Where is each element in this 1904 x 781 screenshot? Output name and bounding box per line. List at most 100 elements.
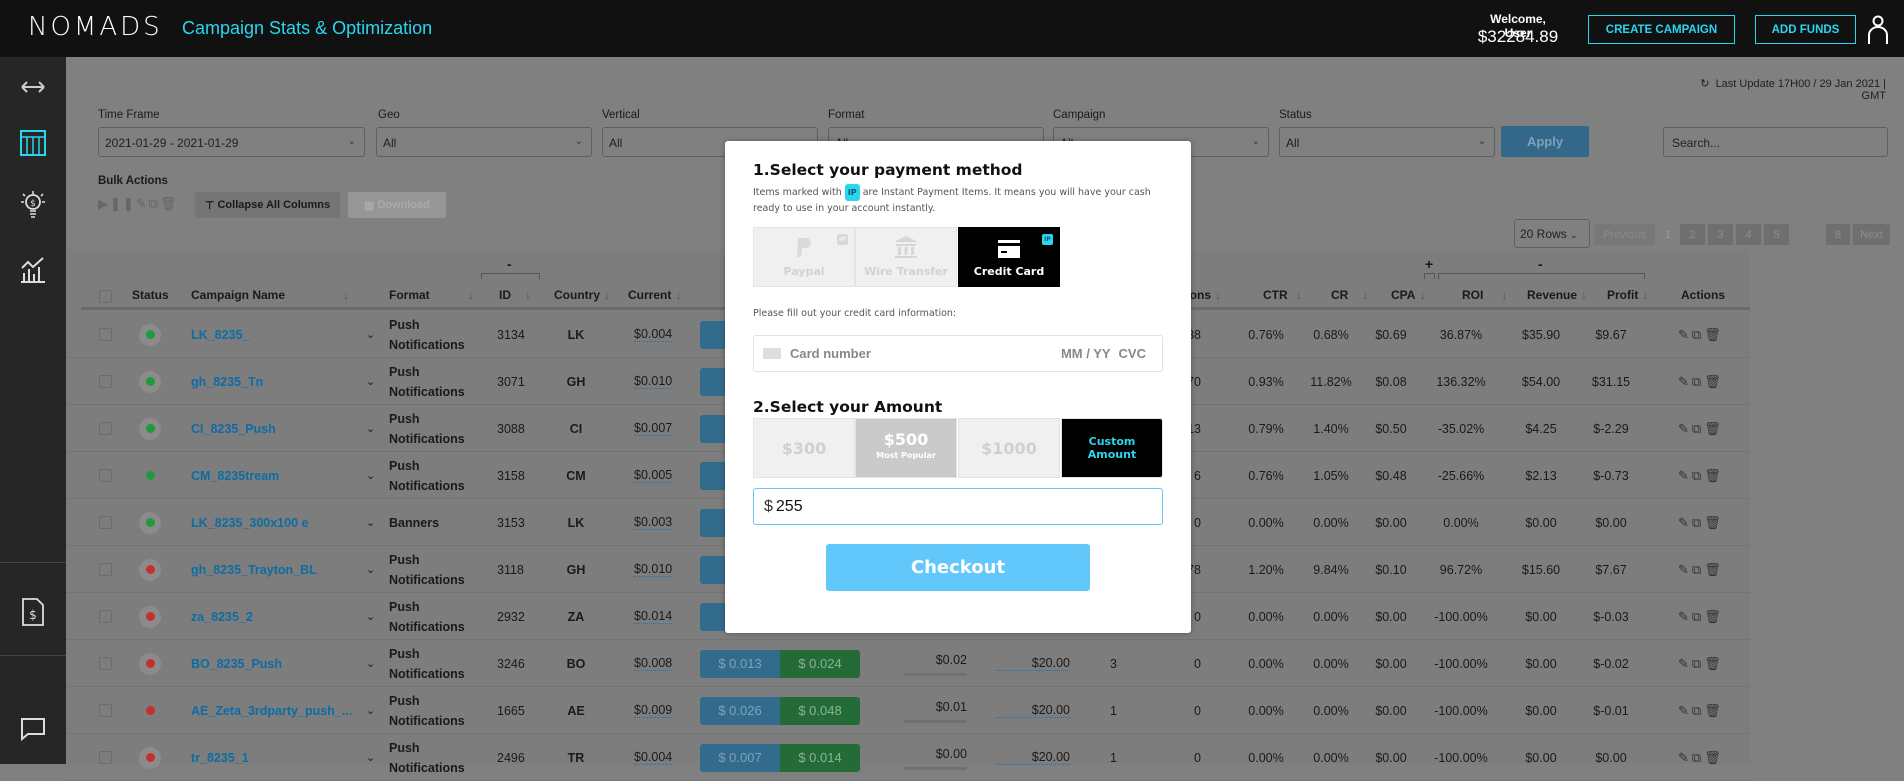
bid-high-button[interactable]: $ 0.014 bbox=[780, 743, 860, 772]
row-checkbox[interactable] bbox=[99, 610, 112, 623]
header-cr[interactable]: CR ↓ bbox=[1331, 288, 1368, 302]
user-icon[interactable] bbox=[1866, 15, 1890, 45]
current-bid-value[interactable]: $0.007 bbox=[634, 421, 673, 436]
expand-row-chevron-icon[interactable]: ⌄ bbox=[366, 593, 375, 640]
pause-icon[interactable]: ❚❚ bbox=[110, 196, 136, 211]
sort-arrow-icon[interactable]: ↓ bbox=[1581, 288, 1587, 302]
current-bid-value[interactable]: $0.003 bbox=[634, 515, 673, 530]
trash-icon[interactable]: 🗑 bbox=[1704, 515, 1721, 531]
expand-row-chevron-icon[interactable]: ⌄ bbox=[366, 687, 375, 734]
row-checkbox[interactable] bbox=[99, 469, 112, 482]
apply-button[interactable]: Apply bbox=[1501, 126, 1589, 157]
header-format[interactable]: Format ↓ bbox=[389, 288, 474, 302]
sort-arrow-icon[interactable]: ↓ bbox=[1501, 288, 1507, 302]
edit-icon[interactable]: ✎ bbox=[1678, 327, 1689, 343]
bid-high-button[interactable]: $ 0.048 bbox=[780, 696, 860, 725]
custom-amount-input[interactable]: $255 bbox=[753, 488, 1163, 525]
bid-value[interactable]: $0.02 bbox=[936, 653, 967, 667]
row-checkbox[interactable] bbox=[99, 328, 112, 341]
expiry-field[interactable]: MM / YY bbox=[1061, 346, 1111, 361]
current-bid-value[interactable]: $0.010 bbox=[634, 374, 673, 389]
trash-icon[interactable]: 🗑 bbox=[1704, 703, 1721, 719]
expand-row-chevron-icon[interactable]: ⌄ bbox=[366, 311, 375, 358]
expand-row-chevron-icon[interactable]: ⌄ bbox=[366, 405, 375, 452]
time-frame-select[interactable]: 2021-01-29 - 2021-01-29 ⌄ bbox=[98, 127, 365, 157]
trash-icon[interactable]: 🗑 bbox=[1704, 656, 1721, 672]
trash-icon[interactable]: 🗑 bbox=[1704, 468, 1721, 484]
header-id[interactable]: ID ↓ bbox=[499, 288, 531, 302]
geo-select[interactable]: All ⌄ bbox=[376, 127, 592, 157]
header-cpa[interactable]: CPA ↓ bbox=[1391, 288, 1425, 302]
status-indicator[interactable] bbox=[139, 605, 161, 628]
card-input[interactable]: Card number MM / YY CVC bbox=[753, 335, 1163, 372]
campaign-name-link[interactable]: gh_8235_Trayton_BL bbox=[191, 546, 317, 593]
row-checkbox[interactable] bbox=[99, 657, 112, 670]
header-current[interactable]: Current ↓ bbox=[628, 288, 681, 302]
budget-value[interactable]: $20.00 bbox=[995, 750, 1070, 765]
edit-icon[interactable]: ✎ bbox=[1678, 515, 1689, 531]
edit-icon[interactable]: ✎ bbox=[1678, 656, 1689, 672]
edit-icon[interactable]: ✎ bbox=[1678, 374, 1689, 390]
page-1[interactable]: 1 bbox=[1660, 224, 1676, 245]
header-revenue[interactable]: Revenue ↓ bbox=[1527, 288, 1587, 302]
status-indicator[interactable] bbox=[139, 700, 161, 722]
row-checkbox[interactable] bbox=[99, 704, 112, 717]
current-bid-value[interactable]: $0.008 bbox=[634, 656, 673, 671]
expand-row-chevron-icon[interactable]: ⌄ bbox=[366, 452, 375, 499]
campaign-name-link[interactable]: AE_Zeta_3rdparty_push_... bbox=[191, 687, 352, 734]
card-number-field[interactable]: Card number bbox=[790, 346, 1061, 361]
trash-icon[interactable]: 🗑 bbox=[1704, 327, 1721, 343]
current-bid-value[interactable]: $0.005 bbox=[634, 468, 673, 483]
edit-icon[interactable]: ✎ bbox=[1678, 609, 1689, 625]
play-icon[interactable]: ▶ bbox=[98, 196, 110, 211]
bid-low-button[interactable]: $ 0.007 bbox=[700, 743, 780, 772]
expand-row-chevron-icon[interactable]: ⌄ bbox=[366, 640, 375, 687]
status-indicator[interactable] bbox=[139, 511, 161, 534]
campaign-name-link[interactable]: gh_8235_Tn bbox=[191, 358, 263, 405]
current-bid-value[interactable]: $0.014 bbox=[634, 609, 673, 624]
row-checkbox[interactable] bbox=[99, 516, 112, 529]
edit-icon[interactable]: ✎ bbox=[1678, 421, 1689, 437]
sort-arrow-icon[interactable]: ↓ bbox=[1215, 288, 1221, 302]
status-indicator[interactable] bbox=[139, 465, 161, 487]
amount-500[interactable]: $500 Most Popular bbox=[855, 418, 957, 478]
lightbulb-dollar-icon[interactable]: $ bbox=[0, 185, 66, 225]
status-indicator[interactable] bbox=[139, 652, 161, 675]
previous-page-button[interactable]: Previous bbox=[1594, 224, 1655, 245]
row-checkbox[interactable] bbox=[99, 422, 112, 435]
campaign-name-link[interactable]: LK_8235_ bbox=[191, 311, 249, 358]
add-funds-button[interactable]: ADD FUNDS bbox=[1755, 15, 1856, 44]
invoice-icon[interactable]: $ bbox=[0, 592, 66, 632]
copy-icon[interactable]: ⧉ bbox=[1692, 609, 1701, 625]
bid-value[interactable]: $0.00 bbox=[936, 747, 967, 761]
expand-row-chevron-icon[interactable]: ⌄ bbox=[366, 358, 375, 405]
status-indicator[interactable] bbox=[139, 746, 161, 769]
copy-icon[interactable]: ⧉ bbox=[1692, 750, 1701, 766]
sort-arrow-icon[interactable]: ↓ bbox=[1296, 288, 1302, 302]
copy-icon[interactable]: ⧉ bbox=[1692, 421, 1701, 437]
edit-icon[interactable]: ✎ bbox=[136, 196, 149, 211]
header-ctr[interactable]: CTR ↓ bbox=[1263, 288, 1302, 302]
status-indicator[interactable] bbox=[139, 370, 161, 393]
campaign-name-link[interactable]: tr_8235_1 bbox=[191, 734, 249, 781]
sort-arrow-icon[interactable]: ↓ bbox=[1642, 288, 1648, 302]
checkout-button[interactable]: Checkout bbox=[826, 544, 1090, 591]
header-roi[interactable]: ROI ↓ bbox=[1462, 288, 1507, 302]
sort-arrow-icon[interactable]: ↓ bbox=[1419, 288, 1425, 302]
current-bid-value[interactable]: $0.009 bbox=[634, 703, 673, 718]
expand-icon[interactable] bbox=[0, 67, 66, 107]
campaign-name-link[interactable]: BO_8235_Push bbox=[191, 640, 282, 687]
sort-arrow-icon[interactable]: ↓ bbox=[675, 288, 681, 302]
column-group-collapse[interactable]: - bbox=[1538, 256, 1543, 272]
copy-icon[interactable]: ⧉ bbox=[1692, 468, 1701, 484]
status-indicator[interactable] bbox=[139, 558, 161, 581]
logo[interactable]: NOMADS bbox=[28, 12, 163, 42]
status-indicator[interactable] bbox=[139, 417, 161, 440]
payment-method-wire-transfer[interactable]: Wire Transfer bbox=[855, 227, 957, 287]
row-checkbox[interactable] bbox=[99, 751, 112, 764]
copy-icon[interactable]: ⧉ bbox=[149, 196, 160, 211]
campaign-name-link[interactable]: CI_8235_Push bbox=[191, 405, 276, 452]
download-button[interactable]: ▦ Download bbox=[348, 192, 446, 218]
trash-icon[interactable]: 🗑 bbox=[1704, 609, 1721, 625]
row-checkbox[interactable] bbox=[99, 563, 112, 576]
